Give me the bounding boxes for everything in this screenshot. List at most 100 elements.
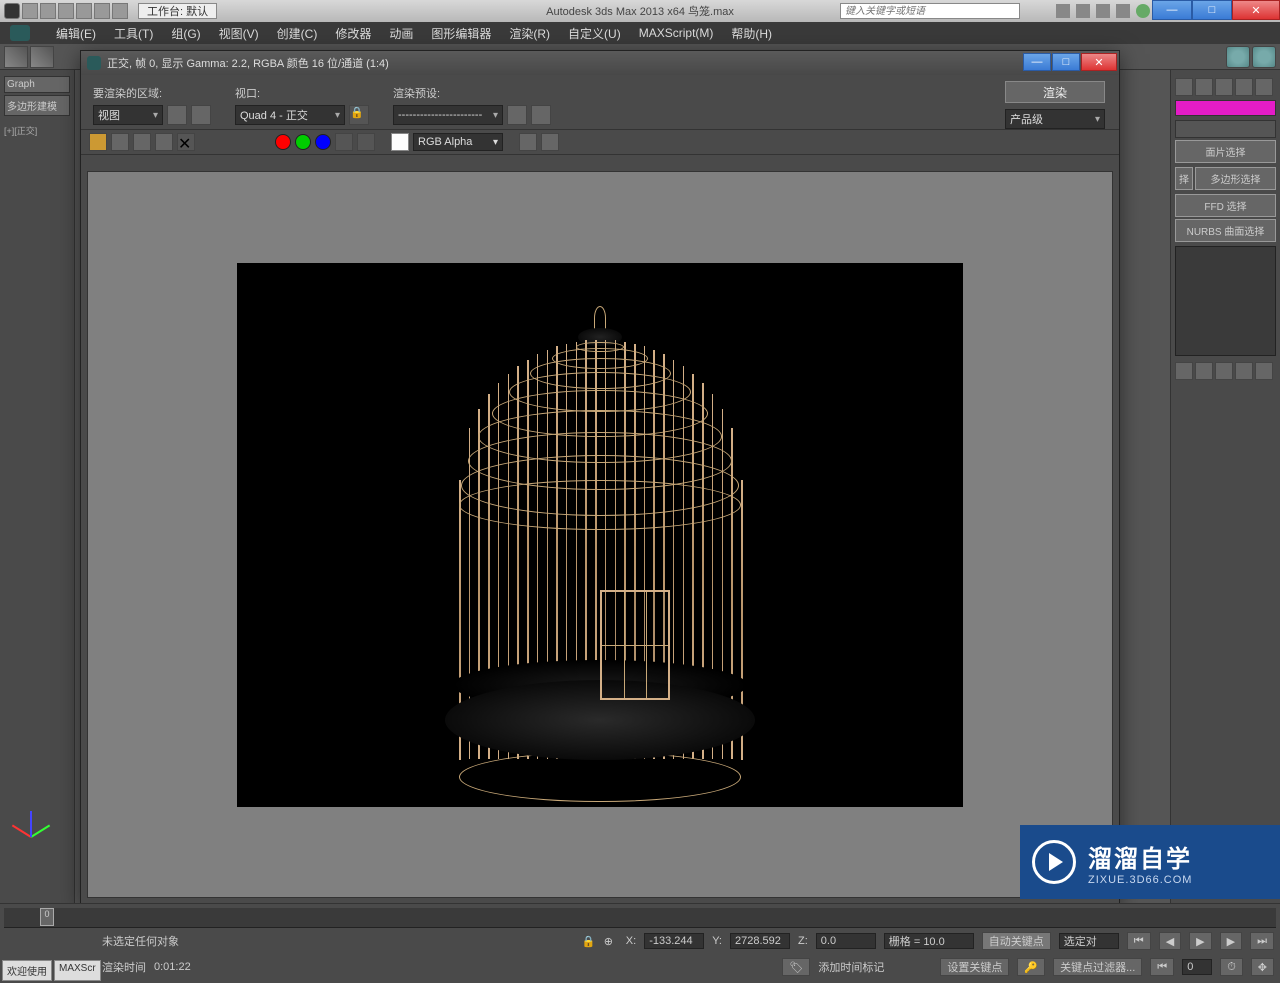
render-preset-select[interactable]: ----------------------- bbox=[393, 105, 503, 125]
ffd-select-button[interactable]: FFD 选择 bbox=[1175, 194, 1276, 217]
welcome-tab[interactable]: 欢迎使用 bbox=[2, 960, 52, 981]
unique-icon[interactable] bbox=[1215, 362, 1233, 380]
redo-icon[interactable] bbox=[94, 3, 110, 19]
render-mode-select[interactable]: 产品级 bbox=[1005, 109, 1105, 129]
environment-icon[interactable] bbox=[531, 105, 551, 125]
green-channel-toggle[interactable] bbox=[295, 134, 311, 150]
menu-tools[interactable]: 工具(T) bbox=[114, 25, 153, 42]
z-coord-field[interactable]: 0.0 bbox=[816, 933, 876, 949]
menu-views[interactable]: 视图(V) bbox=[219, 25, 259, 42]
object-color-swatch[interactable] bbox=[1175, 100, 1276, 116]
create-tab-icon[interactable] bbox=[1175, 78, 1193, 96]
save-image-icon[interactable] bbox=[89, 133, 107, 151]
red-channel-toggle[interactable] bbox=[275, 134, 291, 150]
autokey-button[interactable]: 自动关键点 bbox=[982, 932, 1051, 950]
render-setup-icon-small[interactable] bbox=[507, 105, 527, 125]
render-close-button[interactable]: ✕ bbox=[1081, 53, 1117, 71]
time-tag-icon[interactable]: 🏷 bbox=[782, 958, 810, 976]
viewport-lock-icon[interactable]: 🔒 bbox=[349, 105, 369, 125]
left-graph-label[interactable]: Graph bbox=[4, 76, 70, 93]
playback-end-icon[interactable]: ⏭ bbox=[1250, 932, 1274, 950]
alpha-channel-toggle[interactable] bbox=[335, 133, 353, 151]
new-icon[interactable] bbox=[22, 3, 38, 19]
polygon-select-button[interactable]: 多边形选择 bbox=[1195, 167, 1276, 190]
render-window-titlebar[interactable]: 正交, 帧 0, 显示 Gamma: 2.2, RGBA 颜色 16 位/通道 … bbox=[81, 51, 1119, 75]
unlink-icon[interactable] bbox=[30, 46, 54, 68]
print-icon[interactable] bbox=[155, 133, 173, 151]
setkey-button[interactable]: 设置关键点 bbox=[940, 958, 1009, 976]
region-edit-icon[interactable] bbox=[167, 105, 187, 125]
modify-tab-icon[interactable] bbox=[1195, 78, 1213, 96]
lock-selection-icon[interactable]: 🔒 bbox=[582, 935, 596, 948]
x-coord-field[interactable]: -133.244 bbox=[644, 933, 704, 949]
help-icon[interactable] bbox=[1136, 4, 1150, 18]
toggle-ui-overlay-icon[interactable] bbox=[519, 133, 537, 151]
help-search-input[interactable] bbox=[840, 3, 1020, 19]
goto-start-icon[interactable]: ⏮ bbox=[1150, 958, 1174, 976]
key-icon[interactable]: 🔑 bbox=[1017, 958, 1045, 976]
viewport-select[interactable]: Quad 4 - 正交 bbox=[235, 105, 345, 125]
add-time-marker-label[interactable]: 添加时间标记 bbox=[818, 959, 884, 975]
menu-customize[interactable]: 自定义(U) bbox=[568, 25, 621, 42]
favorites-icon[interactable] bbox=[1116, 4, 1130, 18]
playback-prev-icon[interactable]: ◀ bbox=[1159, 932, 1181, 950]
show-result-icon[interactable] bbox=[1195, 362, 1213, 380]
time-config-icon[interactable]: ⏱ bbox=[1220, 958, 1243, 976]
current-frame-field[interactable]: 0 bbox=[1182, 959, 1212, 975]
menu-help[interactable]: 帮助(H) bbox=[731, 25, 772, 42]
render-region-select[interactable]: 视图 bbox=[93, 105, 163, 125]
maxscript-tab[interactable]: MAXScr bbox=[54, 960, 101, 981]
undo-icon[interactable] bbox=[76, 3, 92, 19]
workspace-selector[interactable]: 工作台: 默认 bbox=[138, 3, 217, 19]
motion-tab-icon[interactable] bbox=[1235, 78, 1253, 96]
playback-play-icon[interactable]: ▶ bbox=[1189, 932, 1211, 950]
menu-rendering[interactable]: 渲染(R) bbox=[509, 25, 550, 42]
render-button[interactable]: 渲染 bbox=[1005, 81, 1105, 103]
viewport-nav-icon[interactable]: ✥ bbox=[1251, 958, 1274, 976]
open-icon[interactable] bbox=[40, 3, 56, 19]
clone-rfw-icon[interactable] bbox=[133, 133, 151, 151]
display-tab-icon[interactable] bbox=[1255, 78, 1273, 96]
playback-next-icon[interactable]: ▶ bbox=[1220, 932, 1242, 950]
select-suffix-button[interactable]: 择 bbox=[1175, 167, 1193, 190]
selected-field[interactable]: 选定对 bbox=[1059, 933, 1119, 949]
timeline-frame-marker[interactable]: 0 bbox=[40, 908, 54, 926]
save-icon[interactable] bbox=[58, 3, 74, 19]
menu-modifiers[interactable]: 修改器 bbox=[335, 25, 371, 42]
search-icon[interactable] bbox=[1056, 4, 1070, 18]
mono-toggle[interactable] bbox=[357, 133, 375, 151]
clear-icon[interactable]: ✕ bbox=[177, 133, 195, 151]
render-minimize-button[interactable]: — bbox=[1023, 53, 1051, 71]
app-menu-icon[interactable] bbox=[4, 3, 20, 19]
patch-select-button[interactable]: 面片选择 bbox=[1175, 140, 1276, 163]
copy-image-icon[interactable] bbox=[111, 133, 129, 151]
pin-stack-icon[interactable] bbox=[1175, 362, 1193, 380]
close-button[interactable]: ✕ bbox=[1232, 0, 1280, 20]
signin-icon[interactable] bbox=[1076, 4, 1090, 18]
minimize-button[interactable]: — bbox=[1152, 0, 1192, 20]
region-auto-icon[interactable] bbox=[191, 105, 211, 125]
timeline-slider[interactable]: 0 bbox=[4, 908, 1276, 928]
modifier-list-dropdown[interactable] bbox=[1175, 120, 1276, 138]
app-icon[interactable] bbox=[10, 25, 30, 41]
menu-edit[interactable]: 编辑(E) bbox=[56, 25, 96, 42]
modifier-stack[interactable] bbox=[1175, 246, 1276, 356]
toggle-ui-frame-icon[interactable] bbox=[541, 133, 559, 151]
menu-grapheditors[interactable]: 图形编辑器 bbox=[431, 25, 491, 42]
menu-maxscript[interactable]: MAXScript(M) bbox=[639, 26, 714, 40]
keyfilter-button[interactable]: 关键点过滤器... bbox=[1053, 958, 1142, 976]
menu-animation[interactable]: 动画 bbox=[389, 25, 413, 42]
link-icon[interactable] bbox=[112, 3, 128, 19]
hierarchy-tab-icon[interactable] bbox=[1215, 78, 1233, 96]
select-link-icon[interactable] bbox=[4, 46, 28, 68]
left-polymodel-label[interactable]: 多边形建模 bbox=[4, 95, 70, 116]
remove-mod-icon[interactable] bbox=[1235, 362, 1253, 380]
render-production-icon[interactable] bbox=[1252, 46, 1276, 68]
blue-channel-toggle[interactable] bbox=[315, 134, 331, 150]
menu-create[interactable]: 创建(C) bbox=[277, 25, 318, 42]
channel-display-select[interactable]: RGB Alpha bbox=[413, 133, 503, 151]
playback-start-icon[interactable]: ⏮ bbox=[1127, 932, 1151, 950]
nurbs-select-button[interactable]: NURBS 曲面选择 bbox=[1175, 219, 1276, 242]
isolate-icon[interactable]: ⊕ bbox=[604, 935, 618, 948]
y-coord-field[interactable]: 2728.592 bbox=[730, 933, 790, 949]
